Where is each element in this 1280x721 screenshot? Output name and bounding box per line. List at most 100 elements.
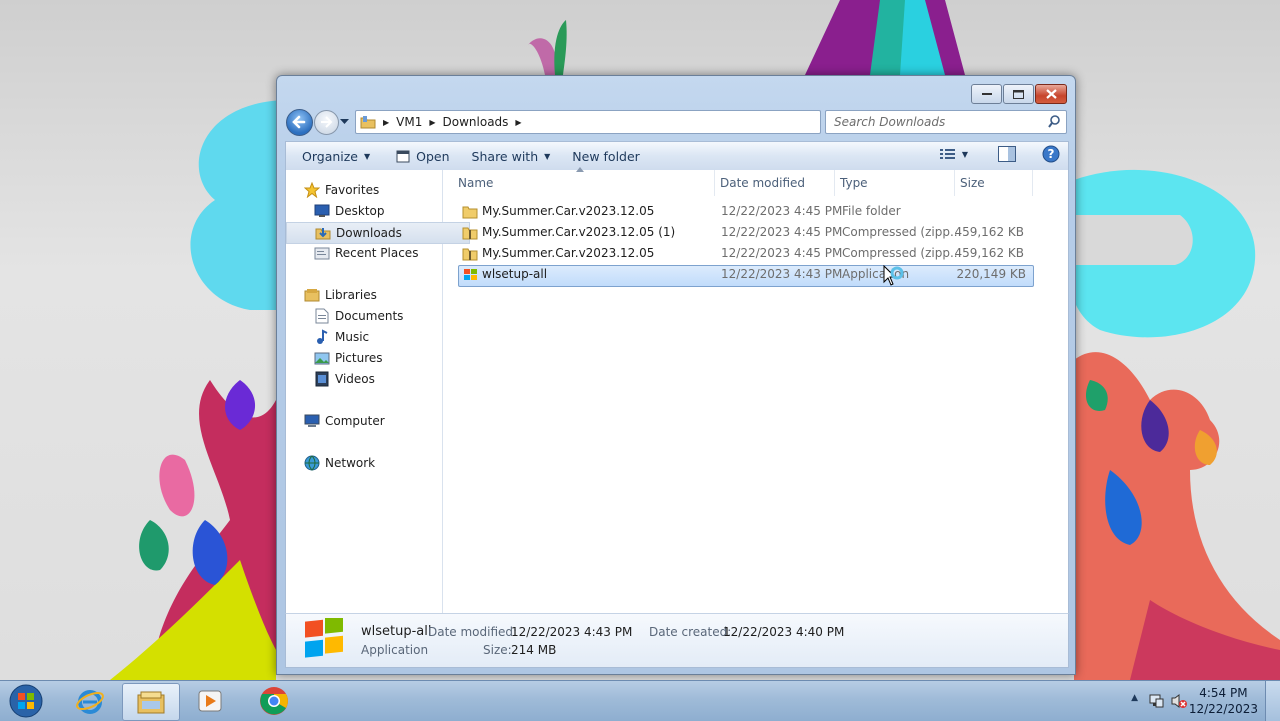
nav-favorites[interactable]: Favorites	[286, 180, 460, 200]
command-bar: Organize ▼ Open Share with ▼ New folder ▼ …	[285, 141, 1069, 170]
file-size: 220,149 KB	[956, 267, 1026, 281]
taskbar: ▲ 4:54 PM 12/22/2023	[0, 680, 1280, 721]
view-options-chevron-down-icon[interactable]: ▼	[962, 150, 968, 159]
forward-button[interactable]	[314, 110, 339, 135]
column-header-date-modified[interactable]: Date modified	[715, 170, 835, 196]
share-with-button[interactable]: Share with ▼	[464, 144, 559, 168]
breadcrumb-separator[interactable]: ▶	[512, 118, 524, 127]
file-row-selected[interactable]: wlsetup-all 12/22/2023 4:43 PM Applicati…	[458, 265, 1034, 287]
breadcrumb-vm1[interactable]: VM1	[392, 111, 426, 133]
change-view-icon[interactable]	[939, 148, 956, 160]
organize-button[interactable]: Organize ▼	[294, 144, 378, 168]
file-row[interactable]: My.Summer.Car.v2023.12.05 (1) 12/22/2023…	[458, 223, 1032, 243]
show-desktop-button[interactable]	[1265, 681, 1280, 721]
nav-libraries[interactable]: Libraries	[286, 285, 460, 305]
details-size-label: Size:	[483, 643, 512, 657]
close-button[interactable]	[1035, 84, 1067, 104]
help-icon[interactable]: ?	[1042, 145, 1060, 163]
new-folder-button[interactable]: New folder	[564, 144, 648, 168]
desktop-icon	[314, 203, 330, 219]
file-name: wlsetup-all	[482, 267, 548, 281]
network-icon	[304, 455, 320, 471]
nav-recent-places-label: Recent Places	[335, 246, 419, 260]
windows-start-orb-icon	[9, 684, 43, 718]
column-header-date-modified-label: Date modified	[720, 176, 806, 190]
volume-muted-icon[interactable]	[1170, 693, 1188, 709]
nav-favorites-label: Favorites	[325, 183, 380, 197]
pictures-icon	[314, 350, 330, 366]
windows-installer-icon	[464, 269, 477, 280]
nav-computer-label: Computer	[325, 414, 385, 428]
breadcrumb-separator[interactable]: ▶	[426, 118, 438, 127]
preview-pane-icon[interactable]	[998, 146, 1016, 162]
folder-icon	[462, 206, 478, 219]
search-input[interactable]	[832, 114, 1036, 130]
new-folder-label: New folder	[572, 148, 640, 164]
column-header-name[interactable]: Name	[453, 167, 715, 196]
nav-network-label: Network	[325, 456, 376, 470]
taskbar-media-player[interactable]	[182, 683, 238, 719]
file-name: My.Summer.Car.v2023.12.05	[482, 246, 655, 260]
breadcrumb-separator[interactable]: ▶	[380, 118, 392, 127]
clock-date: 12/22/2023	[1188, 702, 1258, 716]
explorer-window[interactable]: ▶ VM1 ▶ Downloads ▶ Organize▼ Open Share	[276, 75, 1076, 675]
column-header-type-label: Type	[840, 176, 868, 190]
close-icon	[1045, 89, 1057, 99]
file-date: 12/22/2023 4:43 PM	[721, 267, 843, 281]
nav-desktop-label: Desktop	[335, 204, 385, 218]
zip-folder-icon	[462, 227, 478, 240]
forward-arrow-icon	[321, 116, 333, 128]
nav-videos-label: Videos	[335, 372, 375, 386]
column-header-name-label: Name	[458, 176, 494, 190]
column-header-type[interactable]: Type	[835, 170, 955, 196]
breadcrumb-downloads[interactable]: Downloads	[439, 111, 513, 133]
open-button[interactable]: Open	[388, 144, 457, 168]
minimize-button[interactable]	[971, 84, 1002, 104]
details-date-modified-value: 12/22/2023 4:43 PM	[511, 625, 633, 639]
file-row[interactable]: My.Summer.Car.v2023.12.05 12/22/2023 4:4…	[458, 202, 1032, 222]
taskbar-windows-explorer[interactable]	[122, 683, 180, 721]
file-size: 459,162 KB	[954, 246, 1024, 260]
computer-icon	[304, 413, 320, 429]
back-arrow-icon	[292, 115, 306, 129]
view-controls: ▼ ?	[939, 145, 1060, 163]
address-folder-icon	[356, 111, 380, 133]
navigation-pane[interactable]: Favorites Desktop Downloads Recent Place…	[286, 170, 470, 613]
open-window-icon	[396, 150, 410, 163]
nav-documents-label: Documents	[335, 309, 404, 323]
details-file-name: wlsetup-all	[361, 624, 432, 639]
file-type: Compressed (zipp...	[842, 225, 962, 239]
navigation-bar: ▶ VM1 ▶ Downloads ▶	[285, 108, 1067, 136]
details-pane: wlsetup-all Application Date modified: 1…	[285, 613, 1069, 668]
windows-explorer-icon	[137, 691, 165, 714]
chevron-down-icon: ▼	[364, 151, 371, 161]
search-icon[interactable]	[1048, 115, 1061, 128]
details-size-value: 214 MB	[511, 643, 557, 657]
clock[interactable]: 4:54 PM 12/22/2023	[1189, 685, 1258, 717]
busy-cursor-icon	[883, 265, 904, 286]
caption-buttons	[971, 84, 1067, 104]
file-row[interactable]: My.Summer.Car.v2023.12.05 12/22/2023 4:4…	[458, 244, 1032, 264]
nav-network[interactable]: Network	[286, 453, 460, 473]
file-date: 12/22/2023 4:45 PM	[721, 225, 843, 239]
organize-label: Organize	[302, 148, 358, 164]
file-list-pane[interactable]: Name Date modified Type Size My.Summer.C…	[443, 167, 1068, 613]
taskbar-internet-explorer[interactable]	[62, 683, 118, 719]
network-tray-icon[interactable]	[1148, 693, 1164, 709]
videos-icon	[314, 371, 330, 387]
back-button[interactable]	[286, 109, 313, 136]
start-button[interactable]	[3, 681, 49, 721]
address-bar[interactable]: ▶ VM1 ▶ Downloads ▶	[355, 110, 881, 134]
search-box[interactable]	[825, 110, 1067, 134]
chrome-icon	[260, 687, 288, 715]
file-name: My.Summer.Car.v2023.12.05 (1)	[482, 225, 676, 239]
column-header-size[interactable]: Size	[955, 170, 1033, 196]
file-size: 459,162 KB	[954, 225, 1024, 239]
details-date-modified-label: Date modified:	[428, 625, 518, 639]
show-hidden-icons-chevron-up-icon[interactable]: ▲	[1131, 693, 1138, 703]
maximize-button[interactable]	[1003, 84, 1034, 104]
nav-computer[interactable]: Computer	[286, 411, 460, 431]
taskbar-chrome[interactable]	[246, 683, 302, 719]
share-with-label: Share with	[471, 148, 539, 164]
recent-pages-dropdown-icon[interactable]	[340, 116, 349, 126]
